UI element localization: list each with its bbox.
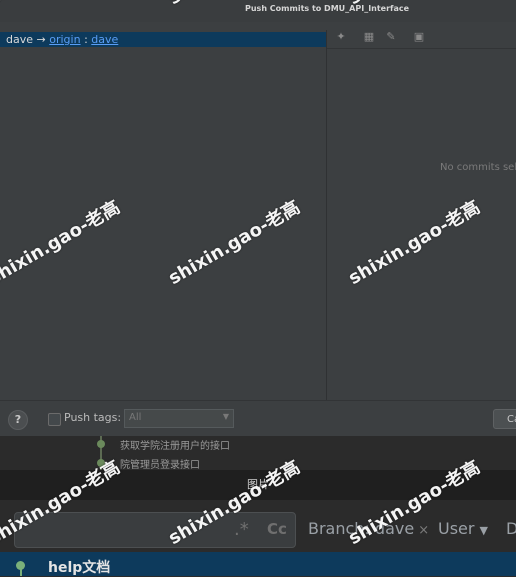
user-filter-label: User xyxy=(438,519,475,538)
clear-icon[interactable]: × xyxy=(418,523,429,538)
chevron-down-icon: ▼ xyxy=(479,524,488,537)
remote-branch-link[interactable]: dave xyxy=(91,33,118,46)
grid-icon[interactable]: ▦ xyxy=(363,31,375,43)
cancel-button[interactable]: Ca xyxy=(493,409,516,429)
regex-icon[interactable]: .* xyxy=(234,519,249,540)
push-tags-select[interactable]: All ▼ xyxy=(124,409,234,428)
commit-message[interactable]: 院管理员登录接口 xyxy=(120,456,200,471)
branch-filter-label: Branch: dave xyxy=(308,519,415,538)
details-toolbar: ✦ ▦ ✎ ▣ xyxy=(327,24,516,49)
pin-icon[interactable]: ✦ xyxy=(335,31,347,43)
match-case-icon[interactable]: Cc xyxy=(267,520,287,538)
remote-link[interactable]: origin xyxy=(49,33,80,46)
push-tags-label: Push tags: xyxy=(64,411,122,424)
tree-row[interactable]: help文档 xyxy=(0,552,516,576)
date-filter[interactable]: D xyxy=(506,519,516,538)
push-tags-checkbox[interactable] xyxy=(48,413,61,426)
image-caption: 图片 xyxy=(247,478,269,491)
preview-icon[interactable]: ▣ xyxy=(413,31,425,43)
commit-details-pane: ✦ ▦ ✎ ▣ No commits sele xyxy=(327,22,516,400)
push-tags-value: All xyxy=(129,412,142,423)
dialog-title: Push Commits to DMU_API_Interface xyxy=(245,4,410,13)
date-filter-label: D xyxy=(506,519,516,538)
tree-item-label: help文档 xyxy=(48,560,111,576)
user-filter[interactable]: User ▼ xyxy=(438,519,488,538)
graph-node xyxy=(97,440,105,448)
dialog-titlebar: Push Commits to DMU_API_Interface xyxy=(0,0,516,22)
vcs-log-toolbar: .* Cc Branch: dave × User ▼ D xyxy=(0,500,516,552)
commit-graph: 获取学院注册用户的接口 院管理员登录接口 xyxy=(0,436,516,471)
branch-filter[interactable]: Branch: dave × xyxy=(308,519,429,538)
commits-tree-pane: dave → origin : dave xyxy=(0,30,327,400)
chevron-down-icon: ▼ xyxy=(222,412,229,421)
caption-bar: 图片 xyxy=(0,470,516,500)
graph-node xyxy=(97,459,105,467)
help-button[interactable]: ? xyxy=(8,410,28,430)
branch-separator: : xyxy=(84,33,88,46)
branch-row[interactable]: dave → origin : dave xyxy=(0,32,326,47)
edit-icon[interactable]: ✎ xyxy=(385,31,397,43)
search-input[interactable]: .* Cc xyxy=(14,512,296,548)
graph-line xyxy=(20,569,22,576)
commit-message[interactable]: 获取学院注册用户的接口 xyxy=(120,437,230,452)
local-branch: dave xyxy=(6,33,34,46)
no-commits-message: No commits sele xyxy=(440,162,516,173)
arrow-icon: → xyxy=(36,33,46,46)
dialog-bottombar: ? Push tags: All ▼ Ca xyxy=(0,400,516,437)
push-commits-dialog: Push Commits to DMU_API_Interface dave →… xyxy=(0,0,516,437)
